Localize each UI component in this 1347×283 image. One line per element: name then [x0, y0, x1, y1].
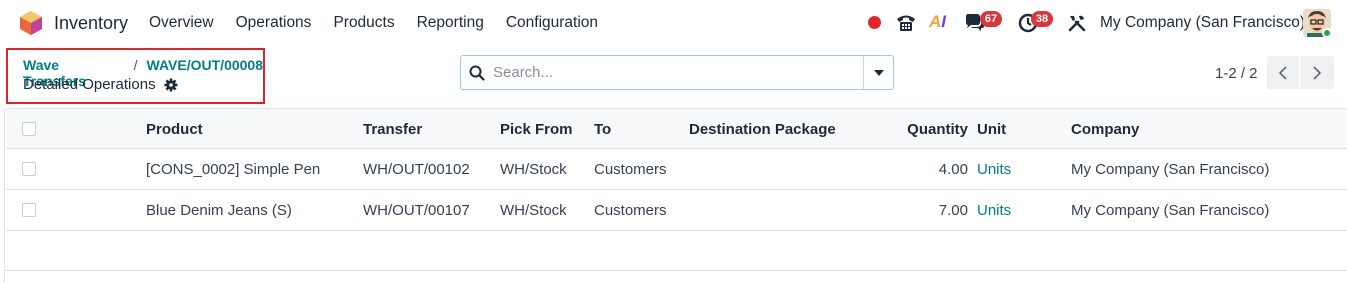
page-title: Detailed Operations [23, 76, 156, 93]
activities-count-badge: 38 [1031, 11, 1053, 27]
cell-transfer: WH/OUT/00107 [363, 202, 470, 219]
cell-pick-from: WH/Stock [500, 161, 567, 178]
search-input[interactable] [493, 57, 863, 88]
list-left-border [4, 108, 5, 283]
row-checkbox[interactable] [22, 203, 36, 217]
cell-transfer: WH/OUT/00102 [363, 161, 470, 178]
cell-to: Customers [594, 161, 667, 178]
menu-item-overview[interactable]: Overview [149, 14, 214, 32]
cell-pick-from: WH/Stock [500, 202, 567, 219]
cell-unit-link[interactable]: Units [977, 202, 1011, 219]
column-header-pick-from[interactable]: Pick From [500, 121, 573, 138]
table-row[interactable]: Blue Denim Jeans (S) WH/OUT/00107 WH/Sto… [6, 190, 1347, 231]
page-title-row: Detailed Operations [23, 76, 178, 93]
cell-quantity: 4.00 [938, 161, 968, 178]
messages-count-badge: 67 [980, 11, 1002, 27]
top-navbar: Inventory Overview Operations Products R… [0, 0, 1347, 46]
chevron-right-icon [1312, 65, 1321, 80]
cell-company: My Company (San Francisco) [1071, 202, 1270, 219]
cell-product: Blue Denim Jeans (S) [146, 202, 292, 219]
column-header-destination-package[interactable]: Destination Package [689, 121, 836, 138]
phone-icon[interactable] [895, 13, 917, 33]
column-header-quantity[interactable]: Quantity [868, 121, 968, 138]
select-all-checkbox[interactable] [22, 122, 36, 136]
column-header-to[interactable]: To [594, 121, 611, 138]
app-name[interactable]: Inventory [54, 13, 128, 34]
menu-item-products[interactable]: Products [333, 14, 394, 32]
column-header-company[interactable]: Company [1071, 121, 1139, 138]
main-menu: Overview Operations Products Reporting C… [149, 14, 620, 32]
breadcrumb-highlight: Wave Transfers / WAVE/OUT/00008 Detailed… [6, 48, 265, 104]
recording-indicator-icon[interactable] [868, 16, 881, 29]
cell-product: [CONS_0002] Simple Pen [146, 161, 321, 178]
pager-buttons [1267, 56, 1334, 89]
cell-unit-link[interactable]: Units [977, 161, 1011, 178]
ai-icon[interactable]: AI [929, 12, 946, 32]
activities-button[interactable]: 38 [1018, 11, 1053, 33]
search-icon [461, 56, 493, 89]
menu-item-reporting[interactable]: Reporting [417, 14, 484, 32]
menu-item-operations[interactable]: Operations [236, 14, 312, 32]
cell-quantity: 7.00 [938, 202, 968, 219]
column-header-product[interactable]: Product [146, 121, 203, 138]
chevron-left-icon [1279, 65, 1287, 80]
search-bar [460, 55, 894, 90]
caret-down-icon [873, 69, 884, 76]
search-options-toggle[interactable] [863, 56, 893, 89]
cell-to: Customers [594, 202, 667, 219]
list-footer-divider [4, 270, 1347, 271]
column-header-transfer[interactable]: Transfer [363, 121, 422, 138]
cell-company: My Company (San Francisco) [1071, 161, 1270, 178]
debug-tools-icon[interactable] [1068, 14, 1086, 32]
menu-item-configuration[interactable]: Configuration [506, 14, 598, 32]
pager-next-button[interactable] [1300, 56, 1333, 89]
table-row[interactable]: [CONS_0002] Simple Pen WH/OUT/00102 WH/S… [6, 149, 1347, 190]
gear-icon[interactable] [164, 78, 178, 92]
table-header-row: Product Transfer Pick From To Destinatio… [6, 108, 1347, 149]
user-avatar[interactable] [1303, 9, 1331, 37]
column-header-unit[interactable]: Unit [977, 121, 1006, 138]
inventory-app-icon[interactable] [20, 11, 42, 35]
company-switcher[interactable]: My Company (San Francisco) [1100, 14, 1305, 32]
row-checkbox[interactable] [22, 162, 36, 176]
messages-button[interactable]: 67 [963, 11, 1002, 33]
pager-previous-button[interactable] [1267, 56, 1300, 89]
operations-table: Product Transfer Pick From To Destinatio… [6, 108, 1347, 231]
online-status-icon [1322, 28, 1331, 37]
pager-value[interactable]: 1-2 / 2 [1215, 65, 1258, 82]
